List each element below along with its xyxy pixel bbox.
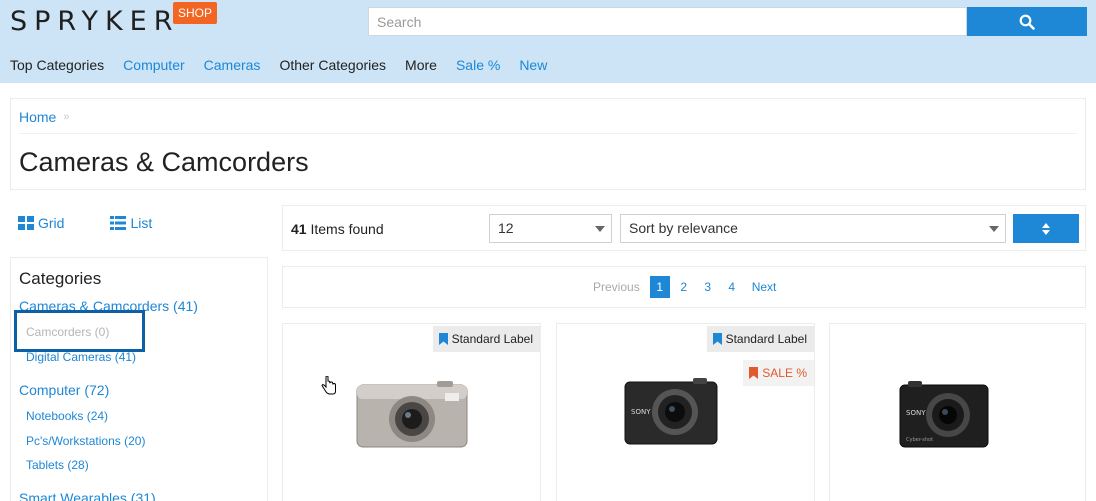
sidebar-title: Categories [19, 269, 102, 288]
list-view-label: List [130, 215, 153, 231]
double-chevron-right-icon: » [63, 111, 70, 123]
main-nav: Top Categories Computer Cameras Other Ca… [10, 57, 566, 73]
hand-cursor-icon [321, 376, 336, 395]
list-icon [110, 216, 127, 230]
grid-view-label: Grid [38, 215, 65, 231]
nav-item-cameras[interactable]: Cameras [204, 57, 261, 73]
category-pcs-workstations[interactable]: Pc's/Workstations (20) [26, 434, 145, 448]
pagination-previous[interactable]: Previous [593, 280, 640, 294]
bookmark-icon [438, 333, 448, 345]
search-icon [1019, 14, 1035, 30]
highlight-box [14, 310, 145, 352]
pagination-page-4[interactable]: 4 [722, 276, 742, 298]
product-card[interactable]: SONY Cyber-shot [829, 323, 1086, 501]
label-text: Standard Label [451, 332, 533, 346]
nav-item-computer[interactable]: Computer [123, 57, 184, 73]
silver-compact-camera-image [356, 381, 468, 448]
categories-sidebar: Categories Cameras & Camcorders (41) Cam… [10, 257, 268, 501]
black-sony-compact-camera-image: SONY [624, 378, 718, 445]
list-view-button[interactable]: List [110, 215, 152, 231]
label-text: Standard Label [725, 332, 807, 346]
category-smart-wearables[interactable]: Smart Wearables (31) [19, 490, 156, 501]
svg-text:Cyber-shot: Cyber-shot [906, 437, 933, 443]
nav-item-new[interactable]: New [519, 57, 547, 73]
pagination-page-3[interactable]: 3 [698, 276, 718, 298]
pagination-box: Previous 1 2 3 4 Next [282, 266, 1086, 308]
sale-label-tag: SALE % [743, 360, 814, 386]
page-header-box: Home » Cameras & Camcorders [10, 98, 1086, 190]
pagination-page-1[interactable]: 1 [649, 276, 670, 298]
search-input[interactable] [368, 7, 967, 36]
nav-item-sale[interactable]: Sale % [456, 57, 500, 73]
logo[interactable]: SPRYKER [10, 6, 179, 37]
catalog-toolbar: 41 Items found 12 Sort by relevance [282, 205, 1086, 251]
items-found: 41 Items found [291, 221, 384, 237]
chevron-down-icon [989, 226, 999, 232]
sort-direction-button[interactable] [1013, 214, 1079, 243]
pagination: Previous 1 2 3 4 Next [593, 276, 776, 298]
nav-item-more[interactable]: More [405, 57, 437, 73]
per-page-value: 12 [498, 220, 514, 236]
standard-label-tag: Standard Label [706, 326, 814, 352]
view-toggle: Grid List [18, 215, 198, 231]
nav-item-other-categories[interactable]: Other Categories [279, 57, 386, 73]
category-digital-cameras[interactable]: Digital Cameras (41) [26, 350, 136, 364]
items-found-label: Items found [310, 221, 384, 237]
black-sony-cybershot-camera-image: SONY Cyber-shot [899, 381, 989, 448]
breadcrumb-home[interactable]: Home [19, 109, 56, 125]
divider [19, 133, 1077, 134]
items-count: 41 [291, 221, 307, 237]
category-computer[interactable]: Computer (72) [19, 382, 109, 398]
grid-view-button[interactable]: Grid [18, 215, 64, 231]
page-title: Cameras & Camcorders [19, 147, 309, 177]
shop-badge: SHOP [173, 2, 218, 24]
breadcrumb: Home » [19, 109, 69, 125]
site-header: SPRYKER SHOP Top Categories Computer Cam… [0, 0, 1096, 83]
product-card[interactable]: Standard Label [282, 323, 541, 501]
category-notebooks[interactable]: Notebooks (24) [26, 409, 108, 423]
sort-select[interactable]: Sort by relevance [620, 214, 1006, 243]
pagination-page-2[interactable]: 2 [674, 276, 694, 298]
nav-item-top-categories[interactable]: Top Categories [10, 57, 104, 73]
pagination-next[interactable]: Next [752, 280, 777, 294]
standard-label-tag: Standard Label [432, 326, 540, 352]
per-page-select[interactable]: 12 [489, 214, 612, 243]
label-text: SALE % [762, 366, 807, 380]
sort-value: Sort by relevance [629, 220, 738, 236]
chevron-down-icon [595, 226, 605, 232]
sort-icon [1042, 222, 1050, 235]
bookmark-icon [749, 367, 759, 379]
category-tablets[interactable]: Tablets (28) [26, 458, 89, 472]
svg-text:SONY: SONY [906, 409, 926, 417]
bookmark-icon [712, 333, 722, 345]
svg-text:SONY: SONY [631, 408, 651, 416]
search-button[interactable] [967, 7, 1087, 36]
grid-icon [18, 216, 34, 230]
product-card[interactable]: Standard Label SALE % SONY [556, 323, 815, 501]
